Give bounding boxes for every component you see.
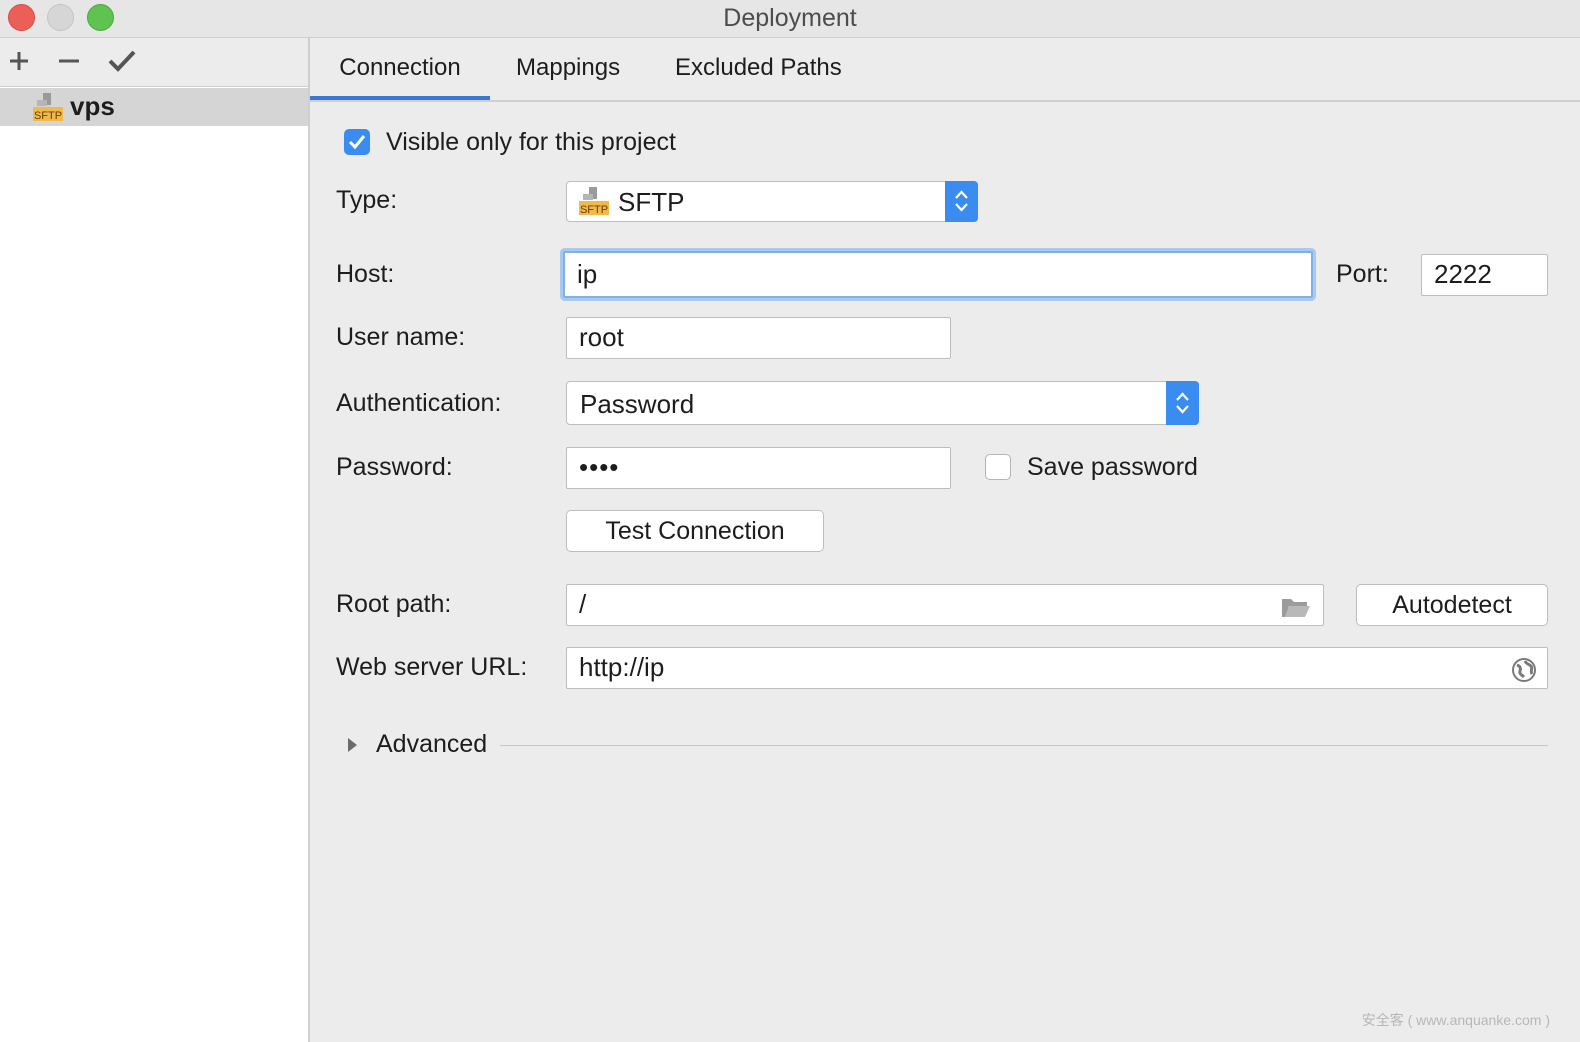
- folder-open-icon[interactable]: [1281, 592, 1311, 618]
- window-title: Deployment: [723, 4, 857, 32]
- plus-icon: [10, 52, 28, 70]
- password-label: Password:: [336, 453, 453, 481]
- chevron-up-down-icon: [945, 181, 978, 222]
- type-label: Type:: [336, 186, 398, 214]
- advanced-section-label[interactable]: Advanced: [376, 730, 487, 759]
- type-value: SFTP: [618, 187, 685, 217]
- password-input[interactable]: ••••: [566, 447, 951, 489]
- web-server-url-input[interactable]: http://ip: [566, 647, 1548, 689]
- root-path-label: Root path:: [336, 590, 452, 618]
- username-input[interactable]: root: [566, 317, 951, 359]
- open-in-browser-globe-icon[interactable]: [1511, 655, 1537, 682]
- save-password-checkbox[interactable]: [985, 454, 1011, 480]
- svg-text:SFTP: SFTP: [580, 204, 608, 216]
- authentication-value: Password: [580, 389, 695, 419]
- sftp-server-icon: SFTP: [33, 92, 63, 122]
- authentication-select[interactable]: Password: [566, 381, 1199, 425]
- tab-bar: Connection Mappings Excluded Paths: [310, 38, 1580, 102]
- remove-server-button[interactable]: [53, 45, 85, 77]
- save-password-label: Save password: [1027, 453, 1198, 481]
- host-label: Host:: [336, 260, 395, 288]
- port-label: Port:: [1336, 260, 1389, 288]
- advanced-expand-triangle-icon[interactable]: [346, 736, 360, 754]
- server-list-panel: SFTP vps: [0, 38, 310, 1042]
- web-server-url-label: Web server URL:: [336, 653, 528, 681]
- title-bar: Deployment: [0, 0, 1580, 38]
- set-default-button[interactable]: [106, 45, 138, 77]
- host-input[interactable]: ip: [563, 251, 1313, 298]
- username-label: User name:: [336, 323, 466, 351]
- check-icon: [108, 50, 136, 72]
- sftp-server-icon: SFTP: [579, 186, 609, 216]
- root-path-value: /: [579, 589, 587, 619]
- visible-only-checkbox[interactable]: [344, 129, 370, 155]
- web-server-url-value: http://ip: [579, 652, 665, 682]
- chevron-up-down-icon: [1166, 381, 1199, 425]
- server-name: vps: [70, 91, 115, 121]
- root-path-input[interactable]: /: [566, 584, 1324, 626]
- minus-icon: [59, 59, 79, 63]
- check-icon: [348, 135, 366, 150]
- type-select[interactable]: SFTP SFTP: [566, 181, 978, 222]
- add-server-button[interactable]: [3, 45, 35, 77]
- autodetect-button[interactable]: Autodetect: [1356, 584, 1548, 626]
- tab-connection[interactable]: Connection: [310, 38, 490, 100]
- advanced-divider: [500, 745, 1548, 746]
- tab-excluded-paths[interactable]: Excluded Paths: [675, 38, 842, 100]
- server-list-toolbar: [0, 38, 308, 87]
- tab-mappings[interactable]: Mappings: [516, 38, 620, 100]
- watermark: 安全客 ( www.anquanke.com ): [1361, 1012, 1550, 1028]
- port-input[interactable]: 2222: [1421, 254, 1548, 296]
- svg-text:SFTP: SFTP: [34, 110, 62, 122]
- authentication-label: Authentication:: [336, 389, 502, 417]
- test-connection-button[interactable]: Test Connection: [566, 510, 824, 552]
- server-item-vps[interactable]: SFTP vps: [0, 88, 308, 126]
- visible-only-label: Visible only for this project: [386, 128, 676, 156]
